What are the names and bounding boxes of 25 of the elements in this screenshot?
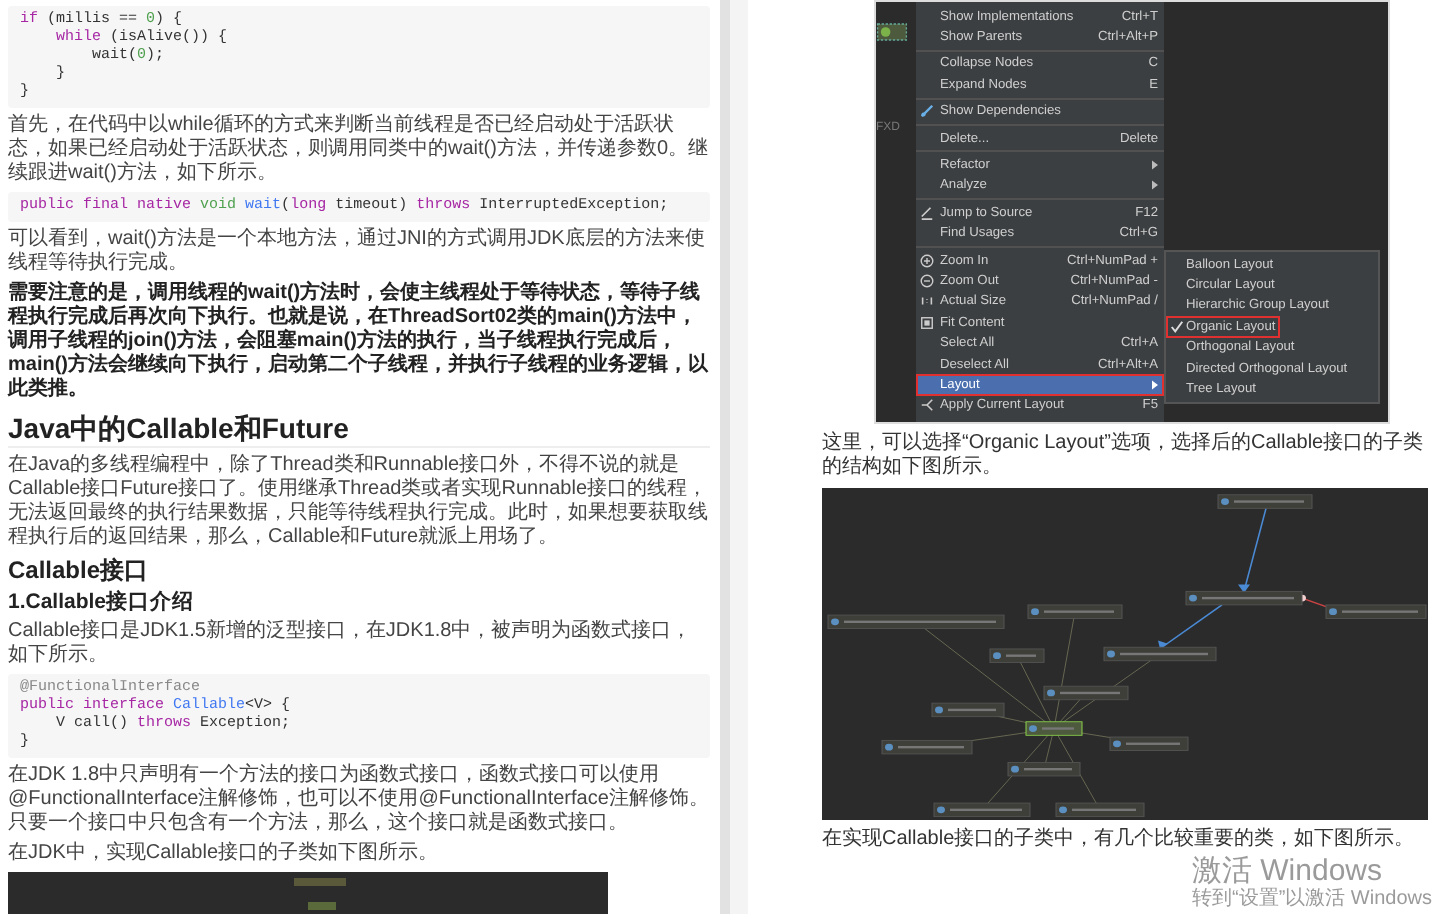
section-heading: Java中的Callable和Future (8, 412, 710, 448)
paragraph: 在实现Callable接口的子类中，有几个比较重要的类，如下图所示。 (822, 828, 1417, 852)
zoom-out-icon (920, 273, 934, 288)
pencil-icon (920, 205, 934, 220)
paragraph: 首先，在代码中以while循环的方式来判断当前线程是否已经启动处于活跃状态，如果已经启动处于活跃状态，则调用同类中的wait()方法，并传递参数0。继续跟进wait()方法，如下所示。 (8, 114, 710, 186)
activation-notice-text: 转到“设置”以激活 Windows (1191, 888, 1432, 912)
subsection-heading: Callable接口 (8, 556, 151, 584)
paragraph: 这里，可以选择“Organic Layout”选项，选择后的Callable接口的子类的结构如下图所示。 (822, 432, 1426, 480)
paragraph: 可以看到，wait()方法是一个本地方法，通过JNI的方式调用JDK底层的方法来使线程等待执行完成。 (8, 228, 707, 276)
paragraph: Callable接口是JDK1.5新增的泛型接口，在JDK1.8中，被声明为函数式接口，如下所示。 (8, 620, 694, 668)
layout-icon (920, 398, 934, 413)
checkmark-icon (1169, 319, 1183, 334)
scrollbar[interactable] (720, 0, 730, 914)
graph-node-icon (876, 22, 908, 42)
subsection-heading: 1.Callable接口介绍 (8, 590, 197, 614)
fit-content-icon (920, 315, 934, 330)
zoom-in-icon (920, 253, 934, 268)
actual-size-icon (920, 294, 934, 309)
paragraph: 在JDK中，实现Callable接口的子类如下图所示。 (8, 842, 441, 866)
submenu-arrow-icon (1152, 379, 1158, 390)
activation-notice-title: 激活 Windows (1191, 854, 1383, 888)
paragraph: 在JDK 1.8中只声明有一个方法的接口为函数式接口，函数式接口可以使用@FunctionalInterface注解修饰，也可以不使用@FunctionalInterface注解修饰。只要一个接口中只包含有一个方法，那么，这个接口就是函数式接口。 (8, 764, 710, 836)
link-icon (920, 104, 934, 119)
paragraph: 需要注意的是，调用线程的wait()方法时，会使主线程处于等待状态，等待子线程执行完成后再次向下执行。也就是说，在ThreadSort02类的main()方法中，调用子线程的join()方法，会阻塞main()方法的执行，当子线程执行完成后，main()方法会继续向下执行，启动第二个子线程，并执行子线程的业务逻辑，以此类推。 (8, 282, 710, 402)
paragraph: 在Java的多线程编程中，除了Thread类和Runnable接口外，不得不说的就是Callable接口Future接口了。使用继承Thread类或者实现Runnable接口的线程，无法返回最终的执行结果数据，只能等待线程执行完成。此时，如果想要获取线程执行后的返回结果，那么，Callable和Future就派上用场了。 (8, 454, 710, 550)
